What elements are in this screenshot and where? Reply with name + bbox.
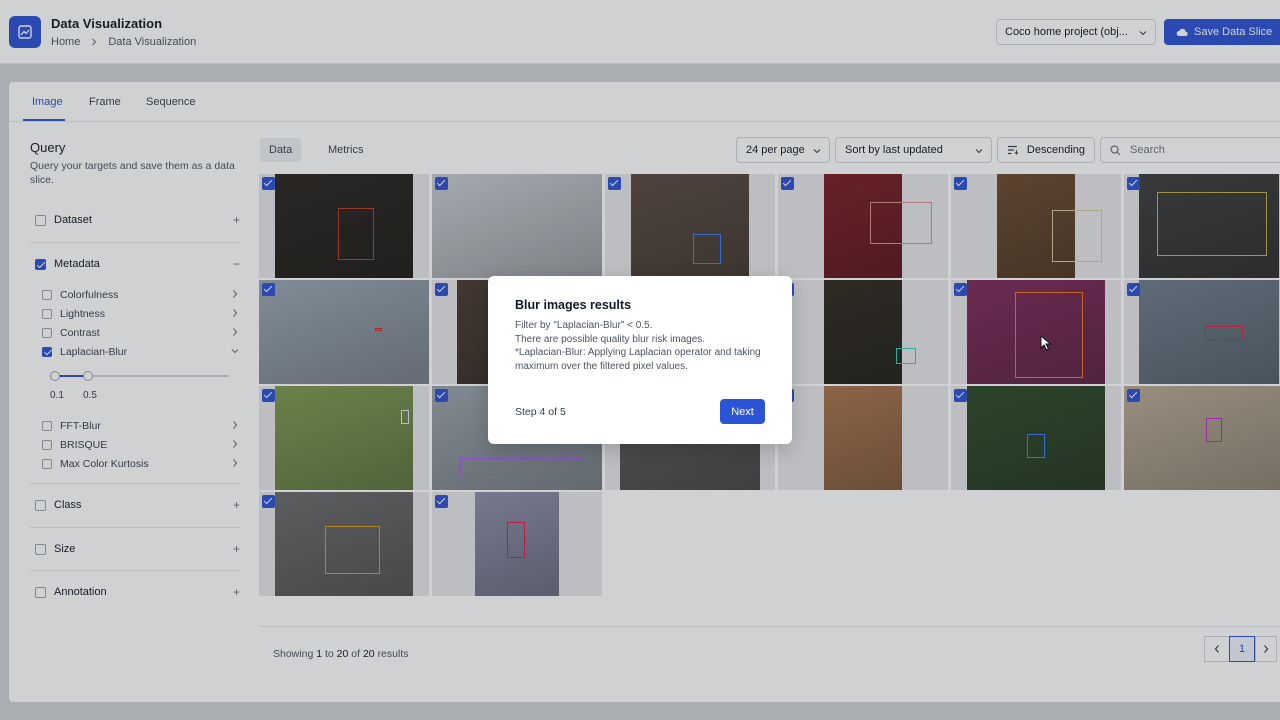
next-button[interactable]: Next (720, 399, 765, 424)
dialog-line: *Laplacian-Blur: Applying Laplacian oper… (515, 347, 761, 372)
dialog-line: There are possible quality blur risk ima… (515, 333, 706, 345)
dialog-body: Filter by "Laplacian-Blur" < 0.5. There … (515, 319, 775, 373)
dialog-step: Step 4 of 5 (515, 406, 566, 418)
mouse-cursor-icon (1040, 335, 1052, 351)
dialog-title: Blur images results (515, 298, 632, 312)
tour-dialog: Blur images results Filter by "Laplacian… (488, 276, 792, 444)
dialog-line: Filter by "Laplacian-Blur" < 0.5. (515, 320, 653, 331)
